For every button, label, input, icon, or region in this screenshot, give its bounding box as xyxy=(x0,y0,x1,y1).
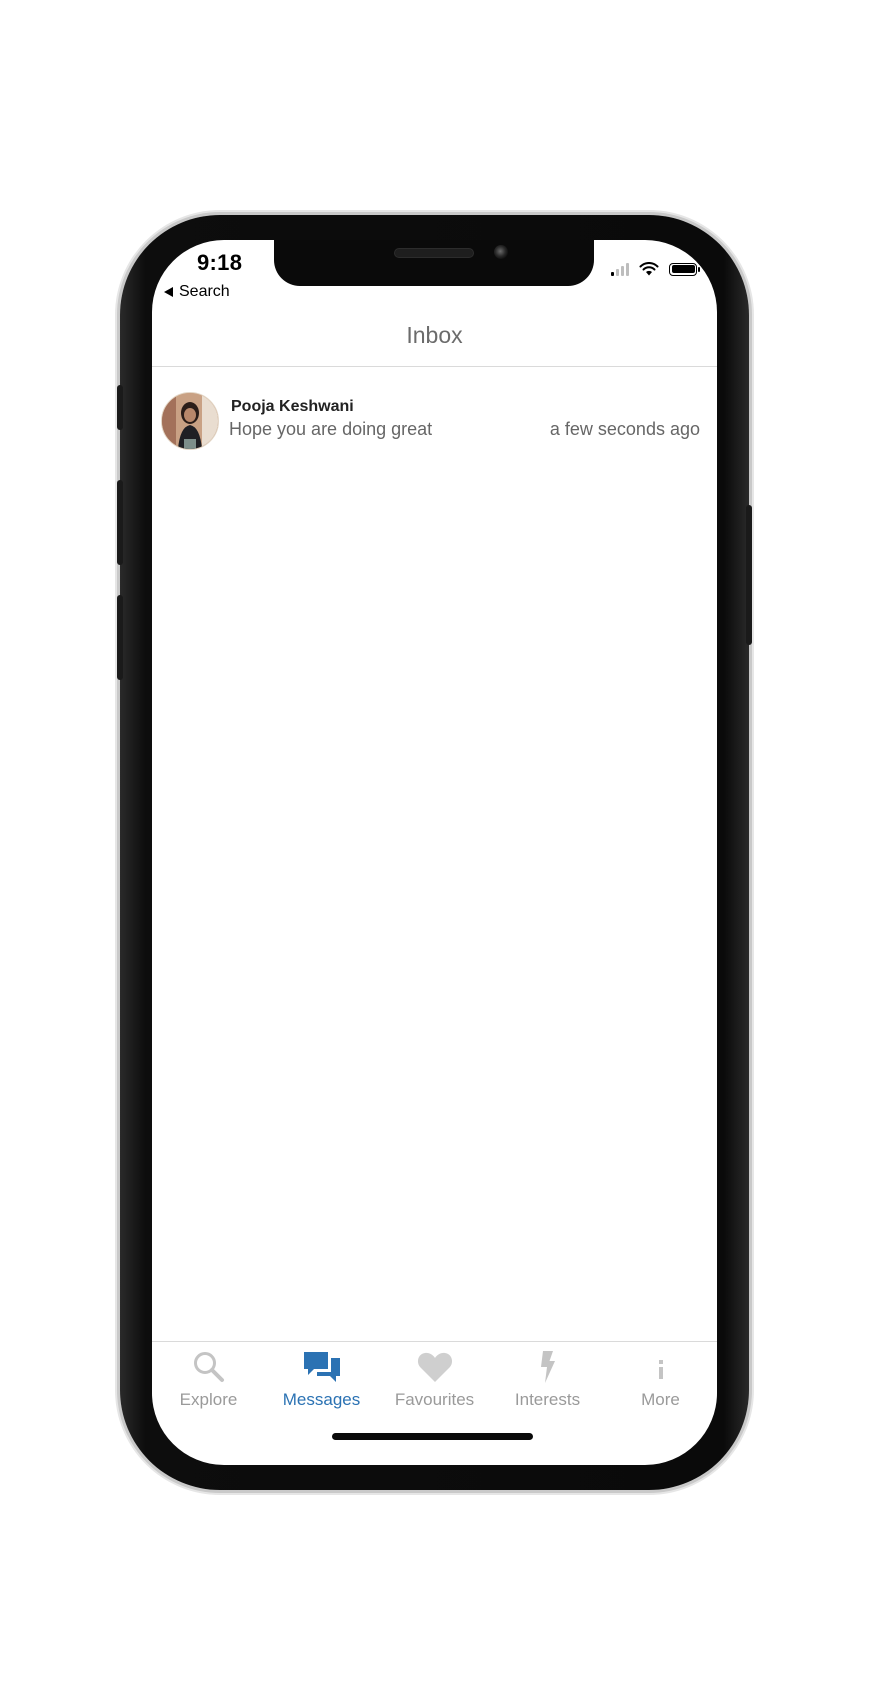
silent-switch xyxy=(117,385,123,430)
conversation-list-item[interactable]: Pooja Keshwani Hope you are doing great … xyxy=(152,370,717,450)
back-arrow-icon xyxy=(164,287,173,297)
back-label: Search xyxy=(179,283,230,300)
tab-label: Interests xyxy=(514,1390,581,1409)
cellular-signal-icon xyxy=(611,262,629,276)
volume-up-button xyxy=(117,480,123,565)
tab-label: Messages xyxy=(282,1390,361,1409)
tab-bar: Explore Messages Favourites Interests Mo… xyxy=(152,1342,717,1427)
lightning-icon xyxy=(528,1349,568,1385)
status-icons xyxy=(611,262,700,276)
chat-bubbles-icon xyxy=(302,1349,342,1385)
tab-interests[interactable]: Interests xyxy=(491,1342,604,1427)
heart-icon xyxy=(415,1349,455,1385)
home-indicator xyxy=(332,1433,533,1440)
page-title: Inbox xyxy=(406,322,463,348)
volume-down-button xyxy=(117,595,123,680)
wifi-icon xyxy=(639,262,659,276)
last-message-preview: Hope you are doing great xyxy=(229,419,433,439)
status-time: 9:18 xyxy=(197,250,243,275)
front-camera xyxy=(494,245,508,259)
header-divider xyxy=(152,366,717,367)
phone-screen: 9:18 Search Inbox Pooja Keshwani Hope yo… xyxy=(152,240,717,1465)
message-timestamp: a few seconds ago xyxy=(549,419,700,439)
page-canvas: 9:18 Search Inbox Pooja Keshwani Hope yo… xyxy=(0,0,869,1705)
tab-label: More xyxy=(641,1390,680,1409)
speaker-grille xyxy=(394,248,474,258)
tab-label: Favourites xyxy=(394,1390,475,1409)
search-icon xyxy=(189,1349,229,1385)
tab-more[interactable]: More xyxy=(604,1342,717,1427)
contact-name: Pooja Keshwani xyxy=(231,398,354,415)
power-button xyxy=(746,505,752,645)
back-to-search-button[interactable]: Search xyxy=(164,283,230,301)
info-icon xyxy=(641,1349,681,1385)
avatar xyxy=(161,392,219,450)
tab-explore[interactable]: Explore xyxy=(152,1342,265,1427)
tab-messages[interactable]: Messages xyxy=(265,1342,378,1427)
tab-label: Explore xyxy=(179,1390,238,1409)
tab-favourites[interactable]: Favourites xyxy=(378,1342,491,1427)
battery-icon xyxy=(669,262,700,276)
notch xyxy=(274,240,594,286)
